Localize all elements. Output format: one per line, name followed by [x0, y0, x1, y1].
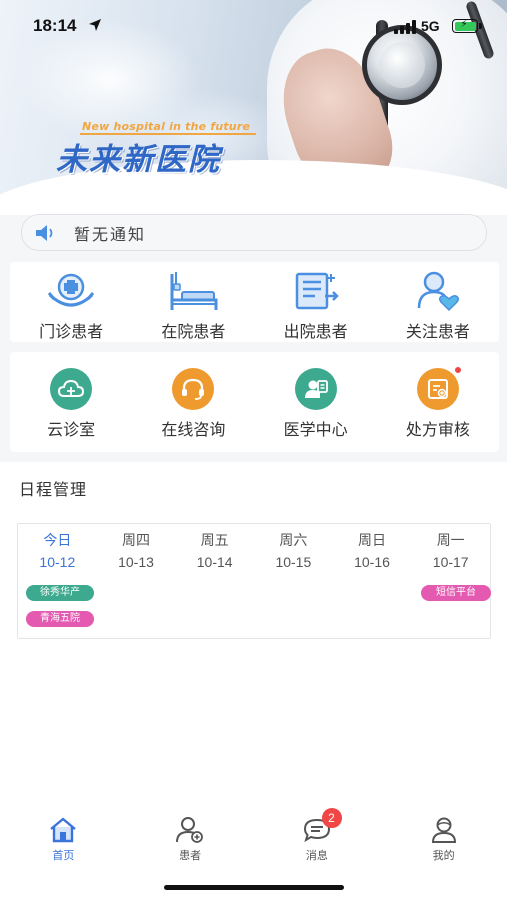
- date-label: 10-15: [275, 554, 312, 570]
- schedule-event[interactable]: 短信平台: [421, 585, 491, 601]
- prescription-icon: [427, 379, 448, 399]
- tab-label: 我的: [432, 849, 455, 862]
- network-type: 5G: [421, 18, 440, 34]
- status-time: 18:14: [33, 16, 77, 35]
- speaker-icon: [36, 224, 53, 241]
- date-label: 10-13: [118, 554, 154, 570]
- discharge-icon: [295, 272, 339, 310]
- message-badge: 2: [321, 808, 342, 828]
- date-label: 10-14: [196, 554, 233, 570]
- menu-prescription-review[interactable]: 处方审核: [377, 352, 499, 452]
- menu-label: 医学中心: [283, 420, 348, 439]
- menu-medical-center[interactable]: 医学中心: [255, 352, 377, 452]
- hospital-bed-icon: [170, 272, 218, 310]
- menu-label: 门诊患者: [39, 322, 104, 341]
- headset-icon: [182, 378, 205, 400]
- date-label: 10-12: [39, 554, 76, 570]
- weekday-label: 周六: [279, 533, 308, 549]
- schedule-section: 日程管理 今日 10-12 周四 10-13 周五 10-14 周六 10-15…: [0, 462, 507, 792]
- patient-icon: [176, 817, 204, 843]
- tab-patients[interactable]: 患者: [127, 816, 254, 863]
- menu-label: 出院患者: [283, 322, 348, 341]
- calendar-day[interactable]: 周四 10-13: [97, 530, 176, 570]
- tab-label: 消息: [305, 849, 328, 862]
- tab-profile[interactable]: 我的: [380, 816, 507, 863]
- tab-messages[interactable]: 2 消息: [254, 808, 381, 863]
- weekday-label: 周日: [358, 533, 387, 549]
- weekday-label: 今日: [43, 533, 72, 549]
- battery-icon: [452, 19, 478, 33]
- home-indicator: [164, 885, 344, 890]
- menu-outpatient[interactable]: 门诊患者: [10, 262, 132, 342]
- calendar-day[interactable]: 周五 10-14: [175, 530, 254, 570]
- calendar-day[interactable]: 周一 10-17: [411, 530, 490, 570]
- status-bar: 18:14 5G: [0, 0, 507, 52]
- notice-text: 暂无通知: [74, 224, 147, 244]
- outpatient-icon: [47, 273, 95, 307]
- menu-label: 在院患者: [161, 322, 226, 341]
- menu-online-consult[interactable]: 在线咨询: [132, 352, 254, 452]
- schedule-calendar: 今日 10-12 周四 10-13 周五 10-14 周六 10-15 周日 1…: [17, 523, 491, 639]
- menu-label: 云诊室: [47, 420, 96, 439]
- menu-followed[interactable]: 关注患者: [377, 262, 499, 342]
- profile-icon: [431, 817, 456, 843]
- menu-label: 在线咨询: [161, 420, 226, 439]
- service-menu: 云诊室 在线咨询 医学中心 处方审核: [10, 352, 499, 452]
- notification-dot: [453, 366, 462, 374]
- schedule-event[interactable]: 青海五院: [26, 611, 94, 627]
- medical-center-icon: [304, 380, 328, 398]
- menu-discharged[interactable]: 出院患者: [255, 262, 377, 342]
- calendar-day-today[interactable]: 今日 10-12: [18, 530, 97, 570]
- menu-cloud-clinic[interactable]: 云诊室: [10, 352, 132, 452]
- signal-icon: [394, 20, 416, 34]
- calendar-day[interactable]: 周日 10-16: [333, 530, 412, 570]
- calendar-day[interactable]: 周六 10-15: [254, 530, 333, 570]
- tab-home[interactable]: 首页: [0, 816, 127, 863]
- tab-label: 患者: [179, 849, 202, 862]
- menu-inpatient[interactable]: 在院患者: [132, 262, 254, 342]
- slogan-english: New hospital in the future: [82, 120, 251, 133]
- home-icon: [50, 817, 77, 843]
- location-arrow-icon: [89, 19, 101, 31]
- weekday-label: 周五: [200, 533, 229, 549]
- followed-patient-icon: [417, 271, 459, 312]
- notice-bar[interactable]: 暂无通知: [21, 214, 487, 251]
- schedule-event[interactable]: 徐秀华产: [26, 585, 94, 601]
- weekday-label: 周一: [436, 533, 465, 549]
- menu-label: 处方审核: [405, 420, 470, 439]
- tab-bar: 首页 患者 2 消息 我的: [0, 792, 507, 900]
- date-label: 10-16: [354, 554, 390, 570]
- cloud-clinic-icon: [58, 379, 85, 397]
- date-label: 10-17: [432, 554, 469, 570]
- weekday-label: 周四: [122, 533, 150, 549]
- patient-menu: 门诊患者 在院患者 出院患者 关注患者: [10, 262, 499, 342]
- menu-label: 关注患者: [405, 322, 470, 341]
- tab-label: 首页: [52, 849, 75, 862]
- schedule-title: 日程管理: [19, 480, 88, 499]
